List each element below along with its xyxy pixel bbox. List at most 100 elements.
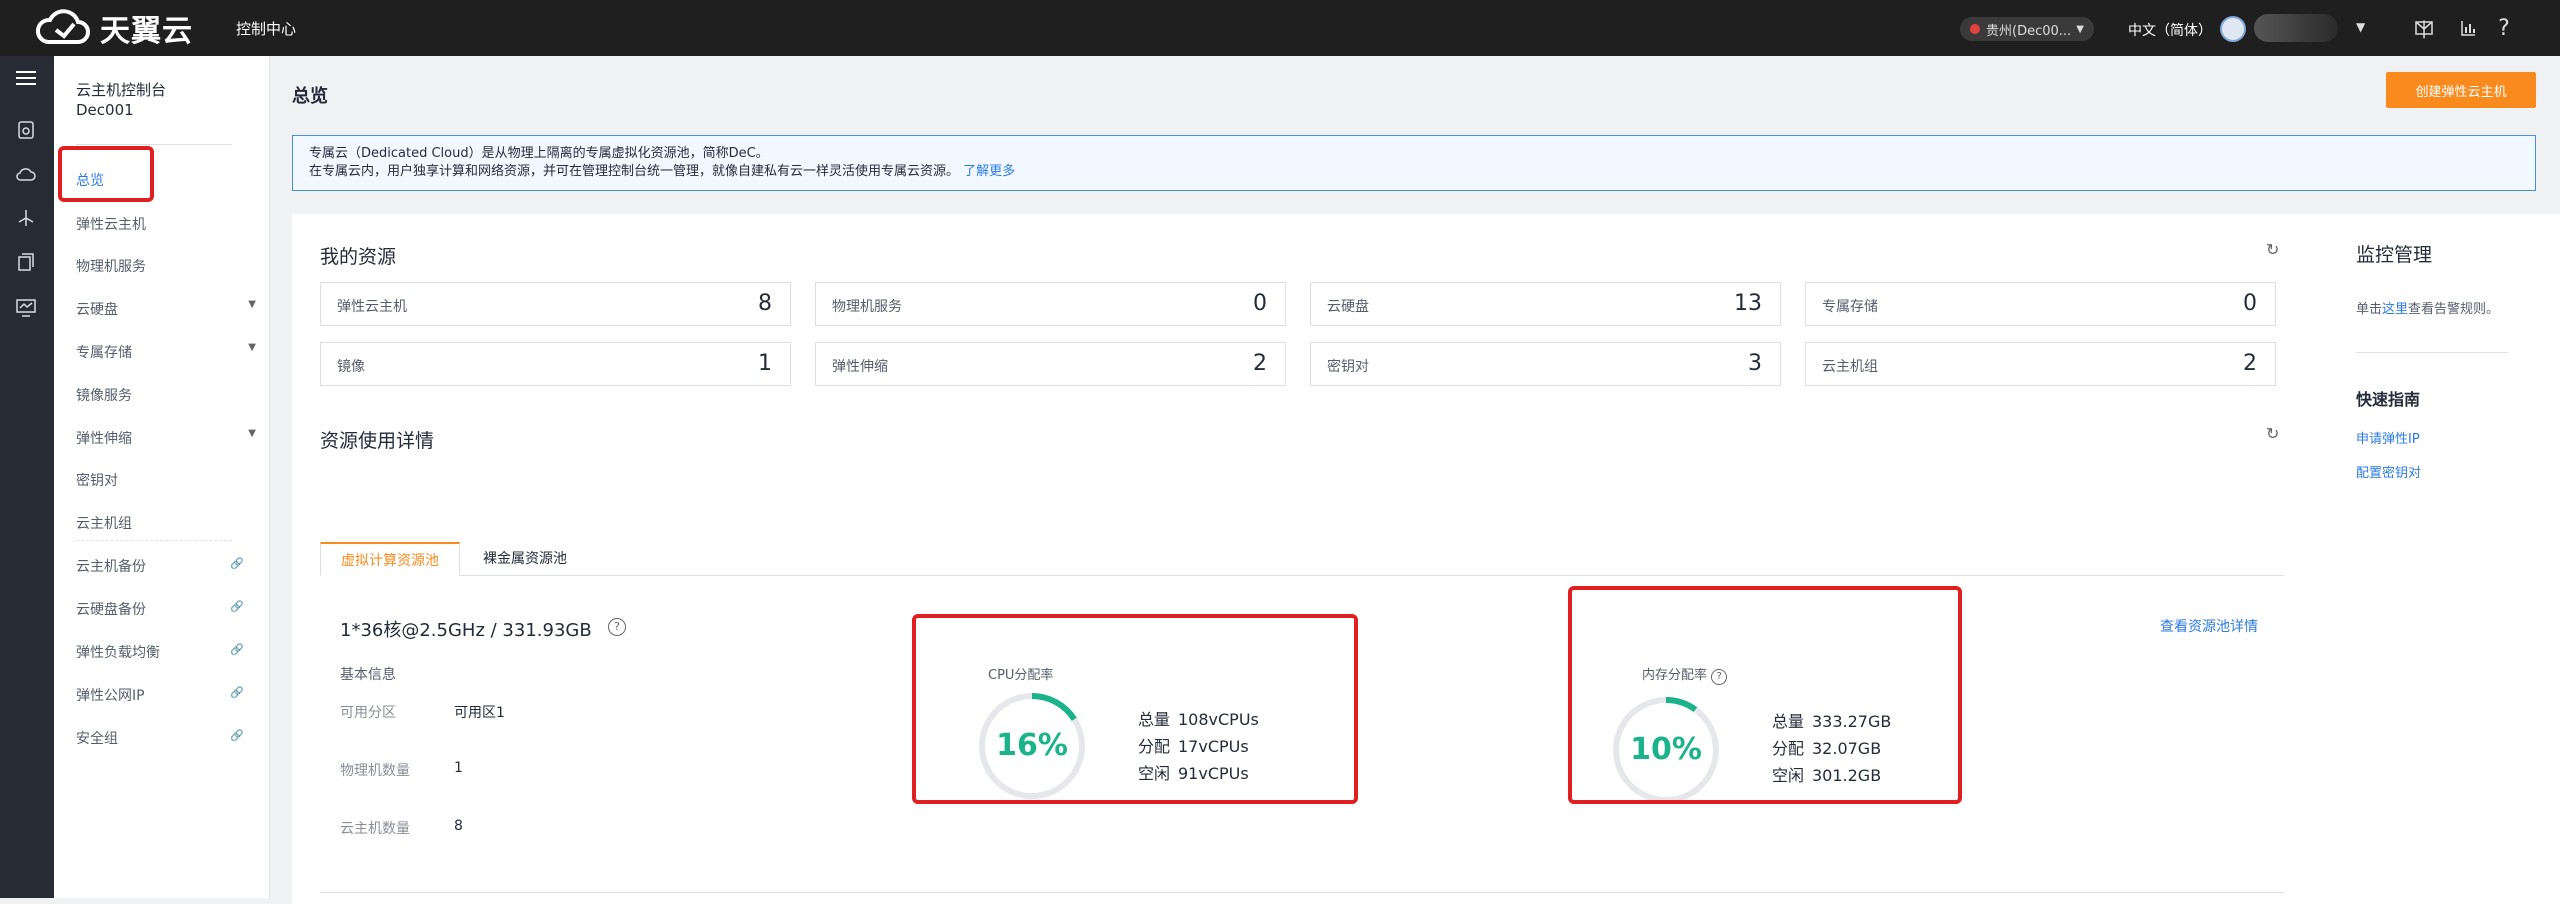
learn-more-link[interactable]: 了解更多 (963, 164, 1015, 179)
resource-label: 云主机组 (1822, 359, 1878, 375)
sidebar-item-security-group[interactable]: 安全组 🔗 (76, 728, 244, 748)
sidebar-item-disk-backup[interactable]: 云硬盘备份 🔗 (76, 599, 244, 619)
server-icon[interactable] (14, 118, 38, 142)
alarm-rules-link[interactable]: 这里 (2382, 302, 2408, 317)
resource-count: 1 (758, 351, 772, 376)
location-pin-icon (1970, 24, 1980, 34)
resource-count: 8 (758, 291, 772, 316)
pool-tabs: 虚拟计算资源池 裸金属资源池 (320, 542, 2284, 576)
sidebar-item-bare-metal[interactable]: 物理机服务 (76, 256, 256, 276)
resource-count: 13 (1734, 291, 1762, 316)
pool-details-link[interactable]: 查看资源池详情 (2160, 616, 2258, 636)
resource-card-keypair[interactable]: 密钥对 3 (1310, 342, 1781, 386)
cloud-icon[interactable] (14, 162, 38, 186)
resource-card-as[interactable]: 弹性伸缩 2 (815, 342, 1286, 386)
help-icon[interactable]: ? (2492, 16, 2516, 41)
mail-icon[interactable] (2412, 16, 2436, 40)
monitoring-text-post: 查看告警规则。 (2408, 302, 2500, 317)
sidebar-item-label: 弹性负载均衡 (76, 645, 160, 661)
refresh-icon[interactable]: ↻ (2266, 424, 2279, 443)
resource-label: 物理机服务 (832, 299, 902, 315)
monitoring-text: 单击这里查看告警规则。 (2356, 298, 2499, 317)
notice-text-1: 专属云（Dedicated Cloud）是从物理上隔离的专属虚拟化资源池，简称D… (309, 146, 769, 161)
quick-guide-title: 快速指南 (2356, 390, 2421, 409)
chart-icon[interactable] (2456, 16, 2480, 40)
highlight-box-overview (58, 146, 154, 202)
page-title: 总览 (292, 86, 328, 107)
network-icon[interactable] (14, 206, 38, 230)
divider (76, 540, 232, 541)
brand-logo[interactable]: 天翼云 (34, 6, 193, 50)
highlight-box-memory (1568, 586, 1962, 804)
resource-label: 专属存储 (1822, 299, 1878, 315)
resource-card-image[interactable]: 镜像 1 (320, 342, 791, 386)
tab-bare-metal-pool[interactable]: 裸金属资源池 (460, 542, 590, 576)
sidebar-item-image[interactable]: 镜像服务 (76, 385, 256, 405)
sidebar-item-eip[interactable]: 弹性公网IP 🔗 (76, 685, 244, 705)
usage-details-title: 资源使用详情 (320, 430, 435, 452)
refresh-icon[interactable]: ↻ (2266, 240, 2279, 259)
user-menu-chevron-icon[interactable]: ▼ (2356, 20, 2365, 34)
cloud-logo-icon (35, 9, 90, 44)
brand-name: 天翼云 (100, 14, 193, 49)
resource-count: 2 (1253, 351, 1267, 376)
info-value: 1 (454, 760, 463, 776)
sidebar-item-keypair[interactable]: 密钥对 (76, 470, 256, 490)
guide-link-eip[interactable]: 申请弹性IP (2356, 428, 2420, 447)
info-key: 物理机数量 (340, 763, 410, 779)
chevron-down-icon: ▼ (248, 342, 256, 353)
external-link-icon: 🔗 (230, 686, 244, 699)
sidebar-item-label: 密钥对 (76, 473, 118, 489)
sidebar-item-ecs[interactable]: 弹性云主机 (76, 214, 256, 234)
sidebar-item-label: 云主机组 (76, 516, 132, 532)
resource-card-dss[interactable]: 专属存储 0 (1805, 282, 2276, 326)
sidebar-item-label: 物理机服务 (76, 259, 146, 275)
main-content: 总览 创建弹性云主机 专属云（Dedicated Cloud）是从物理上隔离的专… (270, 56, 2560, 904)
console-title-name: 云主机控制台 (76, 81, 167, 99)
top-navigation-bar: 天翼云 控制中心 贵州(Dec00... ▼ 中文（简体） ▼ | ? (0, 0, 2560, 56)
info-value: 8 (454, 818, 463, 834)
sidebar-item-label: 安全组 (76, 731, 118, 747)
divider (2356, 352, 2508, 353)
sidebar-item-server-group[interactable]: 云主机组 (76, 513, 256, 533)
resource-label: 弹性伸缩 (832, 359, 888, 375)
language-selector[interactable]: 中文（简体） (2128, 20, 2212, 40)
resource-label: 云硬盘 (1327, 299, 1369, 315)
console-center-link[interactable]: 控制中心 (236, 18, 296, 39)
info-key: 云主机数量 (340, 821, 410, 837)
chevron-down-icon: ▼ (248, 428, 256, 439)
sidebar-item-server-backup[interactable]: 云主机备份 🔗 (76, 556, 244, 576)
region-selector[interactable]: 贵州(Dec00... ▼ (1960, 17, 2094, 41)
avatar[interactable] (2220, 16, 2246, 42)
external-link-icon: 🔗 (230, 729, 244, 742)
info-key: 可用分区 (340, 705, 396, 721)
sidebar-item-label: 专属存储 (76, 345, 132, 361)
help-icon[interactable]: ? (608, 618, 626, 636)
resource-card-ecs[interactable]: 弹性云主机 8 (320, 282, 791, 326)
menu-icon[interactable] (14, 66, 38, 90)
storage-icon[interactable] (14, 250, 38, 274)
sidebar-item-label: 弹性云主机 (76, 217, 146, 233)
region-label: 贵州(Dec00... (1986, 23, 2072, 39)
create-ecs-button[interactable]: 创建弹性云主机 (2386, 72, 2536, 108)
sidebar-item-label: 镜像服务 (76, 388, 132, 404)
divider (320, 892, 2284, 893)
notice-text-2: 在专属云内，用户独享计算和网络资源，并可在管理控制台统一管理，就像自建私有云一样… (309, 163, 2519, 181)
monitor-icon[interactable] (14, 296, 38, 320)
my-resources-title: 我的资源 (320, 246, 397, 268)
resource-count: 0 (2243, 291, 2257, 316)
notice-text-2-body: 在专属云内，用户独享计算和网络资源，并可在管理控制台统一管理，就像自建私有云一样… (309, 164, 960, 179)
resource-card-disk[interactable]: 云硬盘 13 (1310, 282, 1781, 326)
sidebar-item-load-balancer[interactable]: 弹性负载均衡 🔗 (76, 642, 244, 662)
sidebar-item-disk[interactable]: 云硬盘 ▼ (76, 299, 256, 319)
tab-virtual-pool[interactable]: 虚拟计算资源池 (320, 542, 460, 576)
resource-card-bms[interactable]: 物理机服务 0 (815, 282, 1286, 326)
sidebar-item-autoscaling[interactable]: 弹性伸缩 ▼ (76, 428, 256, 448)
sidebar-item-dedicated-storage[interactable]: 专属存储 ▼ (76, 342, 256, 362)
guide-link-keypair[interactable]: 配置密钥对 (2356, 462, 2421, 481)
username-redacted[interactable] (2254, 14, 2338, 42)
resource-label: 弹性云主机 (337, 299, 407, 315)
resource-label: 镜像 (337, 359, 365, 375)
console-title: 云主机控制台 Dec001 (76, 80, 166, 120)
resource-card-server-group[interactable]: 云主机组 2 (1805, 342, 2276, 386)
